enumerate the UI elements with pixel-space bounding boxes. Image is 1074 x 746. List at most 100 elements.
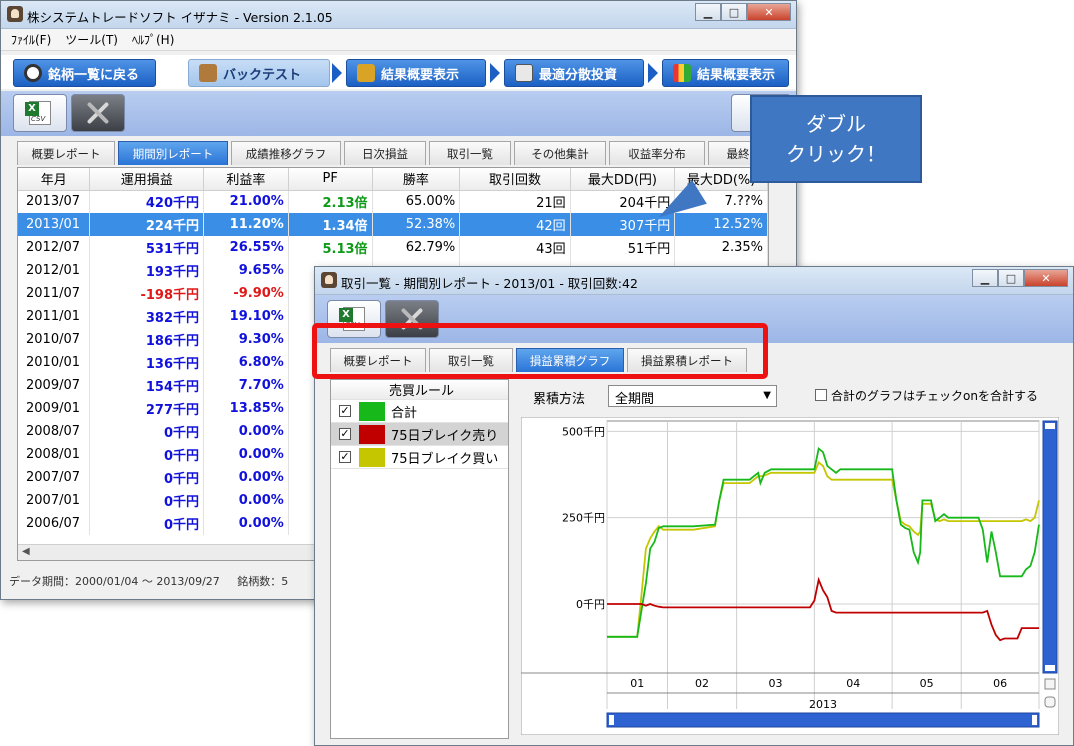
- table-cell: 2013/01: [18, 213, 91, 236]
- tab-overview-report[interactable]: 概要レポート: [17, 141, 115, 165]
- legend-item-total[interactable]: ✓ 合計: [331, 400, 508, 423]
- column-header[interactable]: 運用損益: [89, 168, 205, 191]
- color-swatch: [359, 424, 385, 444]
- menu-help[interactable]: ﾍﾙﾌﾟ(H): [132, 31, 174, 48]
- horizontal-scrollbar[interactable]: [606, 712, 1040, 728]
- table-cell: 0千円: [89, 443, 205, 466]
- table-cell: 5.13倍: [288, 236, 373, 259]
- menu-tools[interactable]: ツール(T): [65, 31, 118, 48]
- legend-item-sell[interactable]: ✓ 75日ブレイク売り: [331, 423, 508, 446]
- table-cell: 382千円: [89, 305, 205, 328]
- y-tick-label: 0千円: [576, 598, 605, 611]
- table-cell: 11.20%: [203, 213, 289, 236]
- table-cell: 2007/01: [18, 489, 91, 512]
- scroll-thumb-top[interactable]: [1045, 423, 1055, 429]
- sub-titlebar[interactable]: 取引一覧 - 期間別レポート - 2013/01 - 取引回数:42 ▁ □ ✕: [315, 267, 1073, 295]
- callout-line-1: ダブル: [806, 112, 866, 136]
- table-cell: 224千円: [89, 213, 205, 236]
- column-header[interactable]: 勝率: [372, 168, 461, 191]
- table-cell: 136千円: [89, 351, 205, 374]
- nav-back-to-list[interactable]: 銘柄一覧に戻る: [13, 59, 156, 87]
- maximize-button[interactable]: □: [721, 3, 747, 21]
- table-cell: 2009/01: [18, 397, 91, 420]
- table-cell: -9.90%: [203, 282, 289, 305]
- x-tick-label: 01: [630, 677, 644, 690]
- checkbox[interactable]: ✓: [339, 405, 351, 417]
- table-cell: 9.65%: [203, 259, 289, 282]
- tab-performance-graph[interactable]: 成績推移グラフ: [231, 141, 341, 165]
- sum-checkbox-label: 合計のグラフはチェックonを合計する: [831, 389, 1038, 403]
- hscroll-handle-left[interactable]: [609, 715, 614, 725]
- table-cell: 154千円: [89, 374, 205, 397]
- nav-result-summary-2[interactable]: 結果概要表示: [662, 59, 789, 87]
- vertical-scrollbar[interactable]: [1042, 420, 1058, 674]
- table-cell: 51千円: [570, 236, 676, 259]
- close-button[interactable]: ✕: [1024, 269, 1068, 287]
- table-cell: 12.52%: [674, 213, 768, 236]
- tab-trade-list[interactable]: 取引一覧: [429, 141, 511, 165]
- data-period-label: データ期間：2000/01/04 〜 2013/09/27: [9, 575, 220, 588]
- reset-zoom-button[interactable]: [1044, 696, 1056, 708]
- table-cell: 13.85%: [203, 397, 289, 420]
- checkbox[interactable]: ✓: [339, 428, 351, 440]
- column-header[interactable]: PF: [288, 168, 373, 191]
- menu-file[interactable]: ﾌｧｲﾙ(F): [11, 31, 51, 48]
- nav-backtest[interactable]: バックテスト: [188, 59, 330, 87]
- column-header[interactable]: 最大DD(円): [570, 168, 676, 191]
- x-tick-label: 04: [846, 677, 860, 690]
- main-titlebar[interactable]: 株システムトレードソフト イザナミ - Version 2.1.05 ▁ □ ✕: [1, 1, 796, 29]
- table-cell: 21.00%: [203, 190, 289, 213]
- table-row[interactable]: 2013/01 224千円 11.20% 1.34倍 52.38% 42回 307千円 12.…: [18, 213, 768, 236]
- maximize-button[interactable]: □: [998, 269, 1024, 287]
- x-tick-label: 02: [695, 677, 709, 690]
- table-cell: 531千円: [89, 236, 205, 259]
- tab-daily-pl[interactable]: 日次損益: [344, 141, 426, 165]
- x-tick-label: 03: [768, 677, 782, 690]
- app-icon: [321, 272, 337, 288]
- column-header[interactable]: 年月: [18, 168, 91, 191]
- table-cell: 0.00%: [203, 466, 289, 489]
- table-cell: 2010/07: [18, 328, 91, 351]
- table-row[interactable]: 2012/07 531千円 26.55% 5.13倍 62.79% 43回 51千円 2.35…: [18, 236, 768, 259]
- table-cell: 19.10%: [203, 305, 289, 328]
- accum-method-select[interactable]: 全期間 ▼: [608, 385, 777, 407]
- minimize-button[interactable]: ▁: [695, 3, 721, 21]
- minimize-button[interactable]: ▁: [972, 269, 998, 287]
- settings-tools-button[interactable]: [71, 94, 125, 132]
- legend-header: 売買ルール: [331, 380, 508, 400]
- table-cell: 43回: [459, 236, 571, 259]
- table-cell: 2012/07: [18, 236, 91, 259]
- table-cell: 2007/07: [18, 466, 91, 489]
- legend-item-buy[interactable]: ✓ 75日ブレイク買い: [331, 446, 508, 469]
- table-cell: 2009/07: [18, 374, 91, 397]
- nav-optimal-distribution[interactable]: 最適分散投資: [504, 59, 644, 87]
- money-icon: [357, 64, 375, 82]
- chevron-down-icon: ▼: [763, 390, 771, 401]
- x-tick-label: 05: [920, 677, 934, 690]
- csv-export-button[interactable]: CSV: [13, 94, 67, 132]
- sum-checkbox[interactable]: [815, 389, 827, 401]
- scroll-left-icon[interactable]: ◀: [22, 546, 30, 557]
- tab-period-report[interactable]: 期間別レポート: [118, 141, 228, 165]
- bar-chart-icon: [673, 64, 691, 82]
- eye-icon: [24, 64, 42, 82]
- callout-line-2: クリック！: [786, 142, 886, 166]
- main-toolbar: CSV: [1, 91, 796, 136]
- scroll-thumb-bottom[interactable]: [1045, 665, 1055, 671]
- checkbox[interactable]: ✓: [339, 451, 351, 463]
- hscroll-handle-right[interactable]: [1032, 715, 1037, 725]
- table-cell: 2008/01: [18, 443, 91, 466]
- close-button[interactable]: ✕: [747, 3, 791, 21]
- table-cell: 420千円: [89, 190, 205, 213]
- nav-result-summary-1[interactable]: 結果概要表示: [346, 59, 486, 87]
- table-cell: 0千円: [89, 420, 205, 443]
- tab-other-stats[interactable]: その他集計: [514, 141, 606, 165]
- column-header[interactable]: 取引回数: [459, 168, 571, 191]
- zoom-toggle-checkbox[interactable]: [1044, 678, 1056, 690]
- table-cell: 0.00%: [203, 443, 289, 466]
- tab-return-distribution[interactable]: 収益率分布: [609, 141, 705, 165]
- column-header[interactable]: 利益率: [203, 168, 289, 191]
- x-group-label: 2013: [809, 698, 837, 711]
- table-cell: 62.79%: [372, 236, 461, 259]
- table-cell: 186千円: [89, 328, 205, 351]
